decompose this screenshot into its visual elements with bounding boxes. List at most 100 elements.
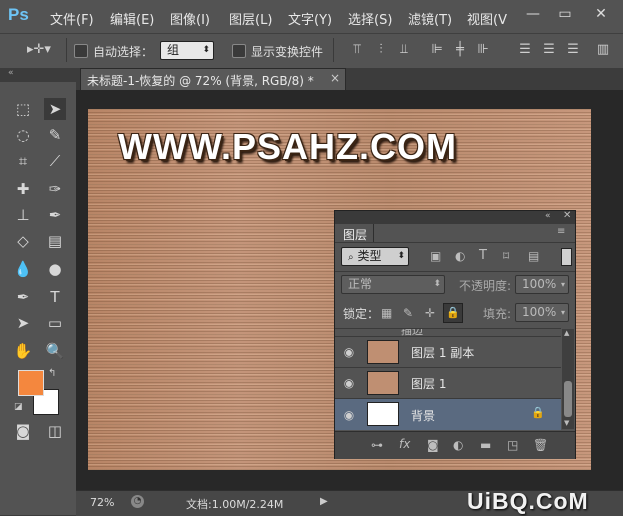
- hand-tool-icon[interactable]: ✋: [12, 340, 34, 362]
- fill-field[interactable]: 100% ▾: [515, 303, 569, 322]
- layers-bottom-bar: ⊶ fx ◙ ◐ ▬ ◳ 🗑: [335, 431, 575, 459]
- distribute-left-icon[interactable]: ▥: [596, 42, 610, 57]
- zoom-level[interactable]: 72%: [90, 496, 114, 509]
- menu-view[interactable]: 视图(V: [467, 9, 507, 28]
- align-right-icon[interactable]: ⊪: [476, 42, 490, 57]
- layer-name[interactable]: 背景: [411, 407, 435, 424]
- foreground-color-swatch[interactable]: [18, 370, 44, 396]
- blur-tool-icon[interactable]: 💧: [12, 258, 34, 280]
- history-brush-tool-icon[interactable]: ✒: [44, 204, 66, 226]
- align-vcenter-icon[interactable]: ⫶: [374, 42, 388, 57]
- filter-kind-dropdown[interactable]: ⌕ 类型 ⬍: [341, 247, 409, 266]
- path-select-tool-icon[interactable]: ➤: [12, 312, 34, 334]
- filter-toggle[interactable]: [561, 248, 572, 266]
- menu-select[interactable]: 选择(S): [348, 9, 392, 28]
- filter-pixel-icon[interactable]: ▣: [430, 249, 441, 263]
- close-window-button[interactable]: ✕: [588, 4, 614, 24]
- menu-image[interactable]: 图像(I): [170, 9, 210, 28]
- new-group-icon[interactable]: ▬: [480, 438, 491, 452]
- auto-select-checkbox[interactable]: [74, 44, 88, 58]
- document-tab[interactable]: 未标题-1-恢复的 @ 72% (背景, RGB/8) * ×: [80, 68, 346, 90]
- status-info-icon[interactable]: ◔: [131, 495, 144, 508]
- align-hcenter-icon[interactable]: ╪: [453, 42, 467, 57]
- add-mask-icon[interactable]: ◙: [427, 438, 439, 452]
- layer-row-selected[interactable]: ◉ 背景 🔒: [335, 398, 561, 430]
- canvas-text: WWW.PSAHZ.COM: [118, 126, 457, 167]
- dodge-tool-icon[interactable]: ●: [44, 258, 66, 280]
- type-tool-icon[interactable]: T: [44, 286, 66, 308]
- menu-layer[interactable]: 图层(L): [229, 9, 272, 28]
- adjustment-layer-icon[interactable]: ◐: [453, 438, 463, 452]
- menu-filter[interactable]: 滤镜(T): [408, 9, 452, 28]
- brush-tool-icon[interactable]: ✑: [44, 178, 66, 200]
- layer-name[interactable]: 图层 1 副本: [411, 344, 474, 361]
- scroll-down-icon[interactable]: ▼: [564, 419, 569, 427]
- auto-select-label: 自动选择：: [93, 45, 154, 59]
- visibility-eye-icon[interactable]: ◉: [341, 408, 357, 422]
- document-tab-title: 未标题-1-恢复的 @ 72% (背景, RGB/8) *: [87, 74, 314, 88]
- blend-mode-dropdown[interactable]: 正常 ⬍: [341, 275, 445, 294]
- fx-icon[interactable]: fx: [399, 437, 410, 451]
- rectangle-tool-icon[interactable]: ▭: [44, 312, 66, 334]
- link-layers-icon[interactable]: ⊶: [371, 438, 383, 452]
- menu-file[interactable]: 文件(F): [50, 9, 94, 28]
- lock-transparent-icon[interactable]: ▦: [381, 306, 392, 320]
- move-tool-preset-icon[interactable]: ▸✛▾: [24, 42, 54, 57]
- lock-position-icon[interactable]: ✛: [425, 306, 435, 320]
- lock-image-icon[interactable]: ✎: [403, 306, 413, 320]
- minimize-button[interactable]: —: [520, 4, 546, 24]
- layer-name[interactable]: 图层 1: [411, 375, 446, 392]
- eyedropper-tool-icon[interactable]: ⟋: [44, 150, 66, 172]
- filter-type-icon[interactable]: T: [479, 248, 487, 263]
- show-transform-checkbox[interactable]: [232, 44, 246, 58]
- crop-tool-icon[interactable]: ⌗: [12, 150, 34, 172]
- screen-mode-icon[interactable]: ◫: [44, 420, 66, 442]
- maximize-button[interactable]: ▭: [552, 4, 578, 24]
- tools-collapse-icon[interactable]: «: [0, 68, 76, 82]
- dropdown-arrows-icon: ⬍: [202, 45, 210, 55]
- delete-layer-icon[interactable]: 🗑: [533, 438, 548, 452]
- zoom-tool-icon[interactable]: 🔍: [44, 340, 66, 362]
- close-tab-icon[interactable]: ×: [330, 71, 340, 85]
- menu-type[interactable]: 文字(Y): [288, 9, 332, 28]
- eraser-tool-icon[interactable]: ◇: [12, 230, 34, 252]
- layers-tab[interactable]: 图层: [335, 224, 374, 242]
- gradient-tool-icon[interactable]: ▤: [44, 230, 66, 252]
- filter-smart-object-icon[interactable]: ▤: [528, 249, 539, 263]
- swap-colors-icon[interactable]: ↰: [48, 368, 56, 379]
- align-top-icon[interactable]: ⫪: [350, 42, 364, 57]
- align-bottom-icon[interactable]: ⫫: [397, 42, 411, 57]
- opacity-field[interactable]: 100% ▾: [515, 275, 569, 294]
- status-menu-arrow-icon[interactable]: ▶: [320, 496, 328, 507]
- layers-scrollbar[interactable]: ▲ ▼: [562, 329, 574, 429]
- marquee-tool-icon[interactable]: ⬚: [12, 98, 34, 120]
- quick-mask-icon[interactable]: ◙: [12, 420, 34, 442]
- menu-edit[interactable]: 编辑(E): [110, 9, 154, 28]
- visibility-eye-icon[interactable]: ◉: [341, 345, 357, 359]
- move-tool-icon[interactable]: ➤: [44, 98, 66, 120]
- distribute-top-icon[interactable]: ☰: [518, 42, 532, 57]
- align-left-icon[interactable]: ⊫: [430, 42, 444, 57]
- default-colors-icon[interactable]: ◪: [14, 402, 23, 412]
- auto-select-dropdown[interactable]: 组 ⬍: [160, 41, 214, 60]
- panel-menu-icon[interactable]: ≡: [557, 226, 565, 237]
- scrollbar-thumb[interactable]: [564, 381, 572, 417]
- auto-select-value: 组: [167, 43, 180, 57]
- layer-row[interactable]: ◉ 图层 1: [335, 367, 561, 398]
- filter-shape-icon[interactable]: ⌑: [503, 249, 509, 263]
- pen-tool-icon[interactable]: ✒: [12, 286, 34, 308]
- lasso-tool-icon[interactable]: ◌: [12, 124, 34, 146]
- filter-adjustment-icon[interactable]: ◐: [455, 249, 465, 263]
- new-layer-icon[interactable]: ◳: [507, 438, 518, 452]
- distribute-bottom-icon[interactable]: ☰: [566, 42, 580, 57]
- quick-select-tool-icon[interactable]: ✎: [44, 124, 66, 146]
- panel-close-icon[interactable]: ✕: [563, 210, 571, 221]
- scroll-up-icon[interactable]: ▲: [564, 329, 569, 337]
- healing-brush-tool-icon[interactable]: ✚: [12, 178, 34, 200]
- layer-row[interactable]: ◉ 图层 1 副本: [335, 336, 561, 367]
- clone-stamp-tool-icon[interactable]: ⊥: [12, 204, 34, 226]
- visibility-eye-icon[interactable]: ◉: [341, 376, 357, 390]
- panel-collapse-icon[interactable]: «: [545, 211, 551, 221]
- lock-all-icon[interactable]: 🔒: [443, 303, 463, 323]
- distribute-vcenter-icon[interactable]: ☰: [542, 42, 556, 57]
